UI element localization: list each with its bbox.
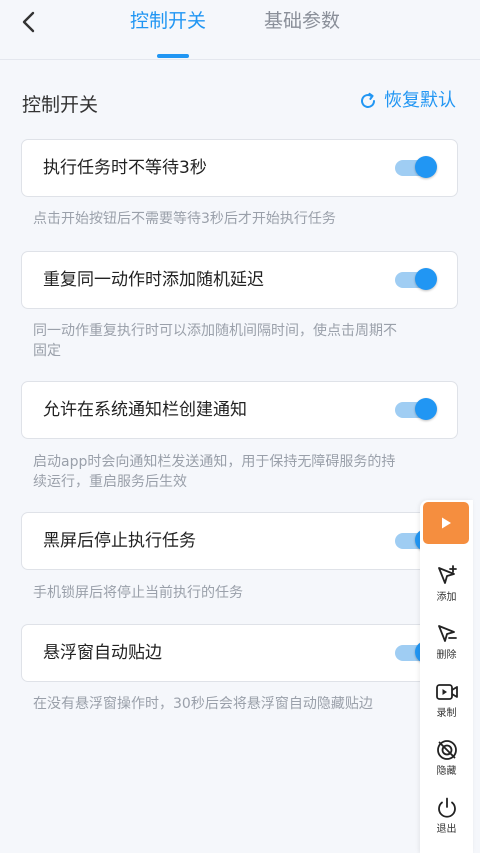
record-icon [435, 684, 458, 700]
setting-description: 手机锁屏后将停止当前执行的任务 [33, 585, 243, 601]
tool-label: 隐藏 [436, 766, 457, 777]
setting-label: 执行任务时不等待3秒 [43, 158, 207, 178]
setting-description: 同一动作重复执行时可以添加随机间隔时间，使点击周期不 [33, 323, 397, 339]
tool-label: 添加 [436, 592, 457, 603]
setting-card-notification: 允许在系统通知栏创建通知 [21, 381, 458, 439]
hide-tool-button[interactable]: 隐藏 [420, 738, 473, 779]
setting-description: 启动app时会向通知栏发送通知，用于保持无障碍服务的持 [33, 454, 396, 470]
delete-tool-button[interactable]: 删除 [420, 622, 473, 663]
add-tool-button[interactable]: 添加 [420, 564, 473, 605]
back-button[interactable] [14, 6, 42, 38]
setting-description: 点击开始按钮后不需要等待3秒后才开始执行任务 [33, 211, 336, 227]
setting-label: 黑屏后停止执行任务 [43, 531, 196, 551]
hide-icon [436, 740, 457, 760]
play-icon [442, 517, 451, 529]
tool-label: 录制 [436, 708, 457, 719]
section-title: 控制开关 [22, 94, 99, 116]
tool-label: 退出 [436, 824, 457, 835]
chevron-left-icon [22, 11, 35, 33]
setting-label: 重复同一动作时添加随机延迟 [43, 270, 264, 290]
tab-basic-params[interactable]: 基础参数 [264, 8, 340, 34]
exit-tool-button[interactable]: 退出 [420, 796, 473, 837]
setting-label: 允许在系统通知栏创建通知 [43, 400, 247, 420]
setting-card-float-snap: 悬浮窗自动贴边 [21, 624, 458, 682]
restore-default-label: 恢复默认 [384, 90, 456, 111]
setting-card-screen-off-stop: 黑屏后停止执行任务 [21, 512, 458, 570]
power-icon [437, 797, 456, 818]
tool-label: 删除 [436, 650, 457, 661]
setting-description: 在没有悬浮窗操作时，30秒后会将悬浮窗自动隐藏贴边 [33, 696, 373, 712]
setting-description-line2: 固定 [33, 343, 61, 359]
setting-description-line2: 续运行，重启服务后生效 [33, 474, 187, 490]
top-bar: 控制开关 基础参数 [0, 0, 480, 60]
floating-tool-panel[interactable]: 添加 删除 录制 隐藏 退出 [420, 500, 473, 853]
play-button[interactable] [423, 502, 469, 544]
cursor-plus-icon [437, 565, 457, 584]
setting-toggle[interactable] [395, 156, 437, 180]
setting-label: 悬浮窗自动贴边 [43, 643, 162, 663]
refresh-icon [361, 92, 375, 108]
setting-card-no-wait: 执行任务时不等待3秒 [21, 139, 458, 197]
record-tool-button[interactable]: 录制 [420, 680, 473, 721]
setting-card-random-delay: 重复同一动作时添加随机延迟 [21, 251, 458, 309]
setting-toggle[interactable] [395, 268, 437, 292]
tab-control-switch[interactable]: 控制开关 [130, 8, 206, 34]
setting-toggle[interactable] [395, 398, 437, 422]
tab-indicator [157, 54, 189, 58]
restore-default-button[interactable]: 恢复默认 [358, 88, 456, 114]
cursor-minus-icon [437, 625, 457, 642]
